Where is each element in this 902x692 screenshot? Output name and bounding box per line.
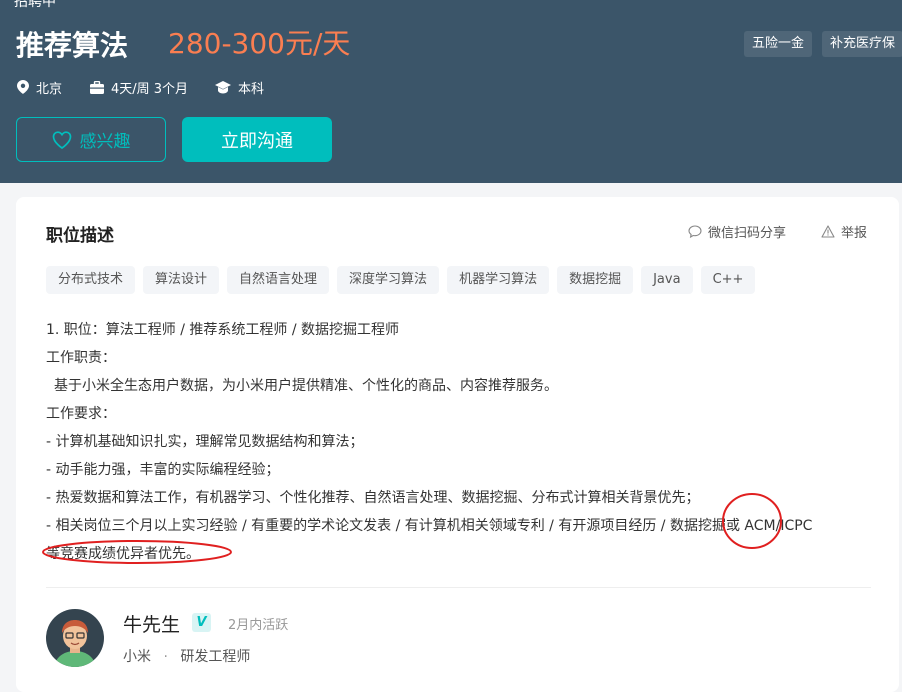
schedule-label: 4天/周 3个月 [111, 81, 189, 97]
active-status: 2月内活跃 [228, 618, 289, 633]
recruiter-avatar[interactable] [46, 609, 104, 667]
job-title: 推荐算法 [16, 29, 129, 62]
skill-tag: 算法设计 [143, 266, 220, 294]
chat-bubble-icon [688, 225, 702, 238]
skill-tag: 机器学习算法 [447, 266, 550, 294]
job-description-text: 1. 职位：算法工程师 / 推荐系统工程师 / 数据挖掘工程师 工作职责： 基于… [46, 316, 886, 568]
description-line: 1. 职位：算法工程师 / 推荐系统工程师 / 数据挖掘工程师 [46, 322, 400, 338]
location-label: 北京 [36, 81, 63, 97]
briefcase-icon [90, 80, 104, 94]
job-schedule: 4天/周 3个月 [90, 78, 189, 97]
description-line: - 相关岗位三个月以上实习经验 / 有重要的学术论文发表 / 有计算机相关领域专… [46, 518, 813, 534]
description-line: 等竞赛成绩优异者优先。 [46, 546, 200, 562]
chat-now-label: 立即沟通 [221, 130, 293, 152]
description-line: - 热爱数据和算法工作，有机器学习、个性化推荐、自然语言处理、数据挖掘、分布式计… [46, 490, 700, 506]
share-label: 微信扫码分享 [708, 226, 787, 241]
recruiter-position: 研发工程师 [180, 649, 251, 665]
recruiter-company: 小米 · 研发工程师 [123, 646, 250, 666]
salary: 280-300元/天 [168, 27, 351, 60]
graduation-cap-icon [215, 80, 231, 93]
section-divider [46, 587, 871, 588]
recruiter-name: 牛先生 [123, 614, 181, 636]
skill-tag: Java [641, 266, 693, 294]
job-location: 北京 [17, 78, 63, 97]
report-button[interactable]: 举报 [821, 222, 867, 241]
skill-tags: 分布式技术 算法设计 自然语言处理 深度学习算法 机器学习算法 数据挖掘 Jav… [46, 266, 763, 294]
job-header: 招聘中 推荐算法 280-300元/天 五险一金 补充医疗保 北京 4天/周 3… [0, 0, 902, 183]
separator-dot: · [163, 649, 168, 665]
interested-label: 感兴趣 [79, 132, 131, 152]
job-description-card: 职位描述 微信扫码分享 举报 分布式技术 算法设计 自然语言处理 深度学习算法 … [16, 197, 899, 692]
description-line: - 动手能力强，丰富的实际编程经验； [46, 462, 280, 478]
location-pin-icon [17, 80, 29, 94]
company-name: 小米 [123, 649, 151, 665]
skill-tag: 数据挖掘 [557, 266, 634, 294]
skill-tag: 自然语言处理 [227, 266, 330, 294]
chat-now-button[interactable]: 立即沟通 [182, 117, 332, 162]
benefit-tag: 补充医疗保 [822, 31, 902, 57]
job-status-text: 招聘中 [14, 0, 56, 10]
skill-tag: 深度学习算法 [337, 266, 440, 294]
verified-badge: V [192, 613, 211, 632]
description-line: - 计算机基础知识扎实，理解常见数据结构和算法； [46, 434, 364, 450]
description-line: 工作要求： [46, 406, 116, 422]
warning-icon [821, 225, 835, 238]
section-title: 职位描述 [46, 226, 114, 246]
skill-tag: 分布式技术 [46, 266, 136, 294]
degree-label: 本科 [238, 81, 265, 97]
description-line: 基于小米全生态用户数据，为小米用户提供精准、个性化的商品、内容推荐服务。 [54, 378, 558, 394]
description-line: 工作职责： [46, 350, 116, 366]
heart-icon [52, 130, 71, 149]
interested-button[interactable]: 感兴趣 [16, 117, 166, 162]
report-label: 举报 [841, 226, 868, 241]
skill-tag: C++ [700, 266, 756, 294]
person-avatar-icon [46, 609, 104, 667]
job-degree: 本科 [215, 78, 265, 97]
wechat-share-button[interactable]: 微信扫码分享 [688, 222, 786, 241]
benefit-tag: 五险一金 [744, 31, 813, 57]
